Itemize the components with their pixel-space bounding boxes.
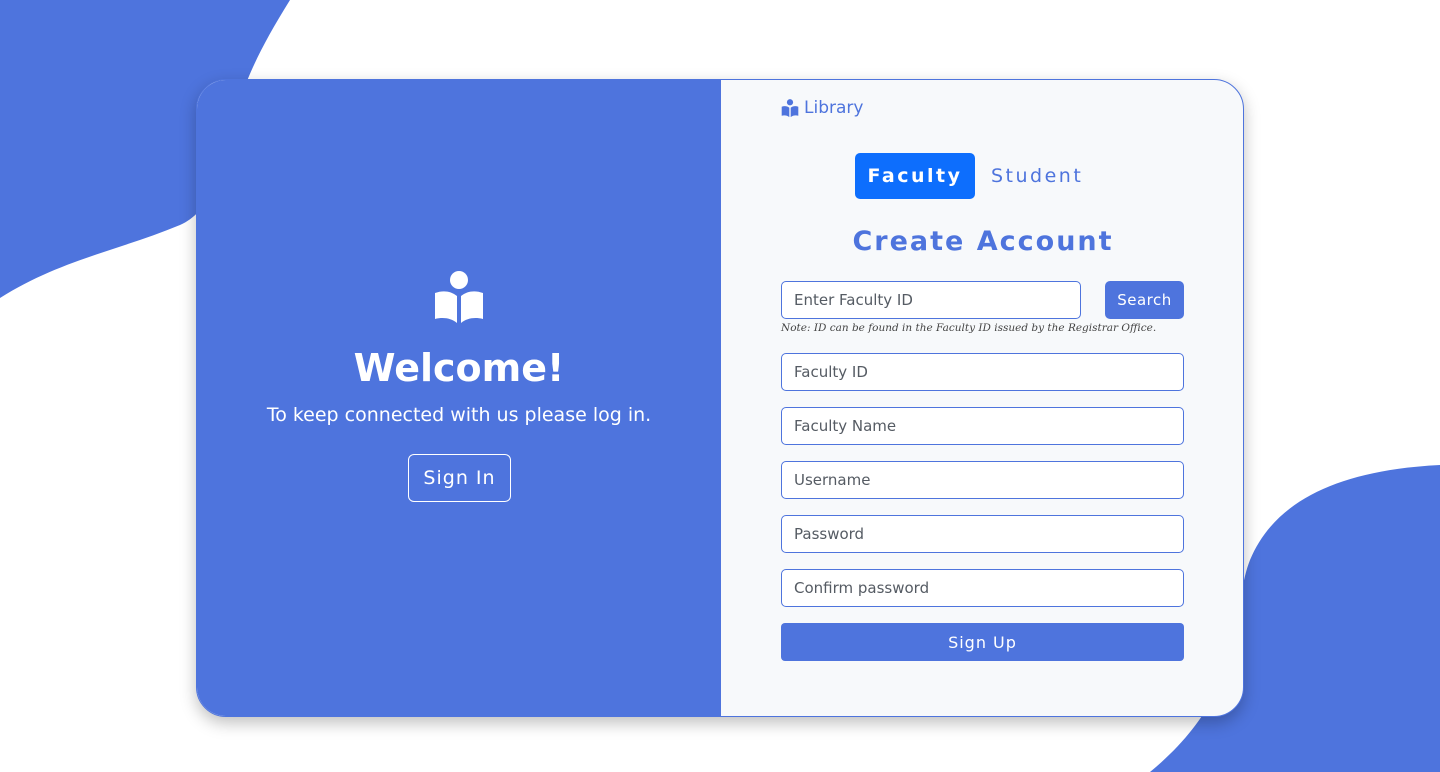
password-field[interactable]	[781, 515, 1184, 553]
faculty-name-field[interactable]	[781, 407, 1184, 445]
welcome-subtitle: To keep connected with us please log in.	[266, 404, 652, 426]
welcome-panel: Welcome! To keep connected with us pleas…	[197, 80, 721, 716]
brand-name: Library	[804, 98, 864, 118]
reader-icon	[435, 271, 483, 323]
search-button[interactable]: Search	[1105, 281, 1184, 319]
reader-icon	[781, 98, 799, 117]
sign-up-button[interactable]: Sign Up	[781, 623, 1184, 661]
confirm-password-field[interactable]	[781, 569, 1184, 607]
username-field[interactable]	[781, 461, 1184, 499]
faculty-id-search-input[interactable]	[781, 281, 1081, 319]
sign-in-button[interactable]: Sign In	[408, 454, 511, 502]
id-note: Note: ID can be found in the Faculty ID …	[781, 322, 1157, 334]
faculty-id-field[interactable]	[781, 353, 1184, 391]
brand-logo[interactable]: Library	[781, 98, 863, 118]
tab-faculty[interactable]: Faculty	[855, 153, 975, 199]
role-tabs: Faculty Student	[855, 153, 1099, 199]
auth-card: Welcome! To keep connected with us pleas…	[196, 79, 1244, 717]
welcome-title: Welcome!	[353, 346, 565, 390]
form-title: Create Account	[852, 226, 1114, 257]
tab-student[interactable]: Student	[975, 153, 1099, 199]
